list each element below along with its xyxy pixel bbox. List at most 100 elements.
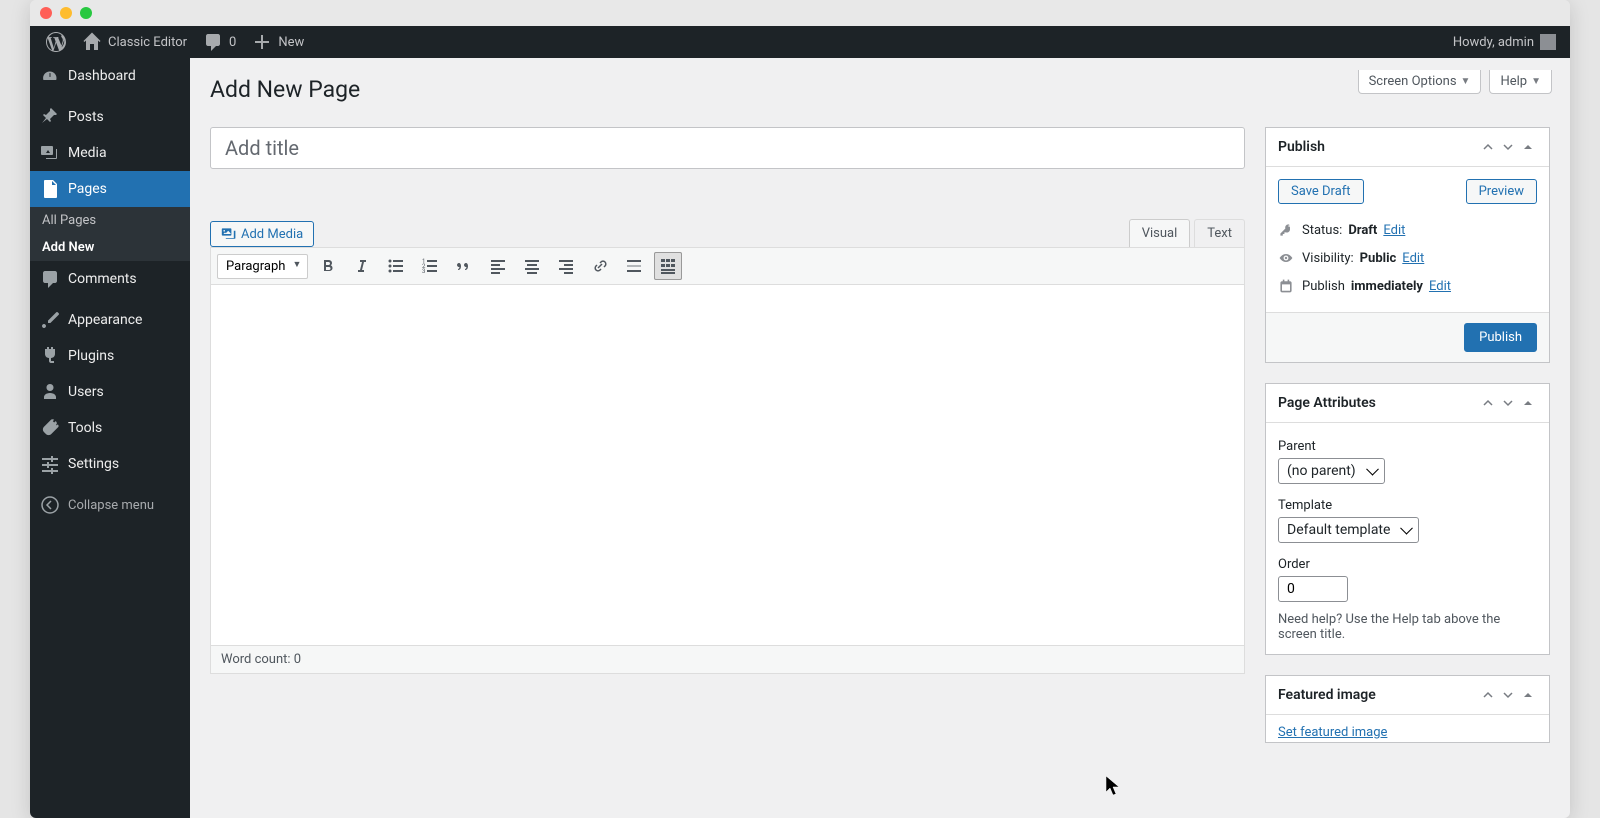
set-featured-image-link[interactable]: Set featured image	[1278, 725, 1387, 740]
media-icon	[40, 143, 60, 163]
move-up-icon[interactable]	[1479, 394, 1497, 412]
link-button[interactable]	[586, 252, 614, 280]
numbered-list-button[interactable]: 123	[416, 252, 444, 280]
move-down-icon[interactable]	[1499, 138, 1517, 156]
sidebar-item-comments[interactable]: Comments	[30, 261, 190, 297]
avatar	[1540, 34, 1556, 50]
screen-options-button[interactable]: Screen Options ▼	[1358, 70, 1482, 94]
toolbar-toggle-button[interactable]	[654, 252, 682, 280]
visibility-value: Public	[1360, 251, 1397, 266]
featured-image-title: Featured image	[1278, 687, 1376, 703]
maximize-window-icon[interactable]	[80, 7, 92, 19]
format-select[interactable]: Paragraph	[217, 254, 308, 279]
comments-link[interactable]: 0	[195, 26, 244, 58]
sidebar-label: Tools	[68, 420, 102, 436]
add-media-button[interactable]: Add Media	[210, 221, 314, 247]
user-account-link[interactable]: Howdy, admin	[1453, 34, 1562, 50]
parent-label: Parent	[1278, 439, 1537, 454]
help-button[interactable]: Help ▼	[1489, 70, 1552, 94]
admin-bar: Classic Editor 0 New Howdy, admin	[30, 26, 1570, 58]
editor-box: Paragraph 123	[210, 247, 1245, 674]
sidebar-item-tools[interactable]: Tools	[30, 410, 190, 446]
sidebar-item-posts[interactable]: Posts	[30, 99, 190, 135]
collapse-menu-button[interactable]: Collapse menu	[30, 487, 190, 523]
attributes-help-text: Need help? Use the Help tab above the sc…	[1278, 612, 1537, 642]
editor-tab-text[interactable]: Text	[1194, 219, 1245, 247]
align-left-button[interactable]	[484, 252, 512, 280]
bold-button[interactable]	[314, 252, 342, 280]
publish-button[interactable]: Publish	[1464, 323, 1537, 352]
comment-bubble-icon	[203, 32, 223, 52]
new-content-link[interactable]: New	[244, 26, 312, 58]
page-attributes-title: Page Attributes	[1278, 395, 1376, 411]
mouse-cursor-icon	[1106, 776, 1120, 796]
sidebar-item-dashboard[interactable]: Dashboard	[30, 58, 190, 94]
site-name-label: Classic Editor	[108, 35, 187, 50]
user-icon	[40, 382, 60, 402]
sidebar-item-users[interactable]: Users	[30, 374, 190, 410]
sidebar-item-pages[interactable]: Pages	[30, 171, 190, 207]
move-up-icon[interactable]	[1479, 686, 1497, 704]
toggle-icon[interactable]	[1519, 138, 1537, 156]
wp-logo[interactable]	[38, 26, 74, 58]
read-more-button[interactable]	[620, 252, 648, 280]
screen-options-label: Screen Options	[1369, 74, 1457, 89]
move-up-icon[interactable]	[1479, 138, 1497, 156]
comment-count: 0	[229, 35, 236, 50]
edit-visibility-link[interactable]: Edit	[1402, 251, 1424, 266]
italic-button[interactable]	[348, 252, 376, 280]
toggle-icon[interactable]	[1519, 686, 1537, 704]
sidebar-label: Dashboard	[68, 68, 136, 84]
submenu-add-new[interactable]: Add New	[30, 234, 190, 261]
site-name-link[interactable]: Classic Editor	[74, 26, 195, 58]
move-down-icon[interactable]	[1499, 686, 1517, 704]
minimize-window-icon[interactable]	[60, 7, 72, 19]
brush-icon	[40, 310, 60, 330]
sidebar-label: Pages	[68, 181, 107, 197]
align-right-button[interactable]	[552, 252, 580, 280]
toggle-icon[interactable]	[1519, 394, 1537, 412]
publish-box-title: Publish	[1278, 139, 1325, 155]
edit-publish-date-link[interactable]: Edit	[1429, 279, 1451, 294]
bullet-list-button[interactable]	[382, 252, 410, 280]
page-icon	[40, 179, 60, 199]
comments-icon	[40, 269, 60, 289]
key-icon	[1278, 222, 1296, 238]
visibility-label: Visibility:	[1302, 251, 1354, 266]
sidebar-label: Users	[68, 384, 104, 400]
blockquote-button[interactable]	[450, 252, 478, 280]
chevron-down-icon: ▼	[1531, 76, 1541, 87]
editor-tab-visual[interactable]: Visual	[1129, 219, 1191, 247]
order-label: Order	[1278, 557, 1537, 572]
publish-metabox: Publish Save Draft Preview	[1265, 127, 1550, 363]
template-select[interactable]: Default template	[1278, 517, 1419, 543]
close-window-icon[interactable]	[40, 7, 52, 19]
browser-chrome	[30, 0, 1570, 26]
sidebar-item-appearance[interactable]: Appearance	[30, 302, 190, 338]
template-label: Template	[1278, 498, 1537, 513]
page-attributes-metabox: Page Attributes Parent (no parent) Templ…	[1265, 383, 1550, 655]
wrench-icon	[40, 418, 60, 438]
add-media-label: Add Media	[241, 227, 303, 242]
parent-select[interactable]: (no parent)	[1278, 458, 1385, 484]
sidebar-label: Appearance	[68, 312, 142, 328]
editor-toolbar: Paragraph 123	[211, 248, 1244, 285]
post-title-input[interactable]	[210, 127, 1245, 169]
order-input[interactable]	[1278, 576, 1348, 602]
save-draft-button[interactable]: Save Draft	[1278, 179, 1364, 204]
move-down-icon[interactable]	[1499, 394, 1517, 412]
edit-status-link[interactable]: Edit	[1383, 223, 1405, 238]
preview-button[interactable]: Preview	[1466, 179, 1537, 204]
sidebar-item-plugins[interactable]: Plugins	[30, 338, 190, 374]
sidebar-label: Settings	[68, 456, 119, 472]
align-center-button[interactable]	[518, 252, 546, 280]
sidebar-submenu-pages: All Pages Add New	[30, 207, 190, 261]
sliders-icon	[40, 454, 60, 474]
collapse-icon	[40, 495, 60, 515]
sidebar-label: Comments	[68, 271, 137, 287]
eye-icon	[1278, 250, 1296, 266]
sidebar-item-media[interactable]: Media	[30, 135, 190, 171]
submenu-all-pages[interactable]: All Pages	[30, 207, 190, 234]
content-editor[interactable]	[211, 285, 1244, 645]
sidebar-item-settings[interactable]: Settings	[30, 446, 190, 482]
